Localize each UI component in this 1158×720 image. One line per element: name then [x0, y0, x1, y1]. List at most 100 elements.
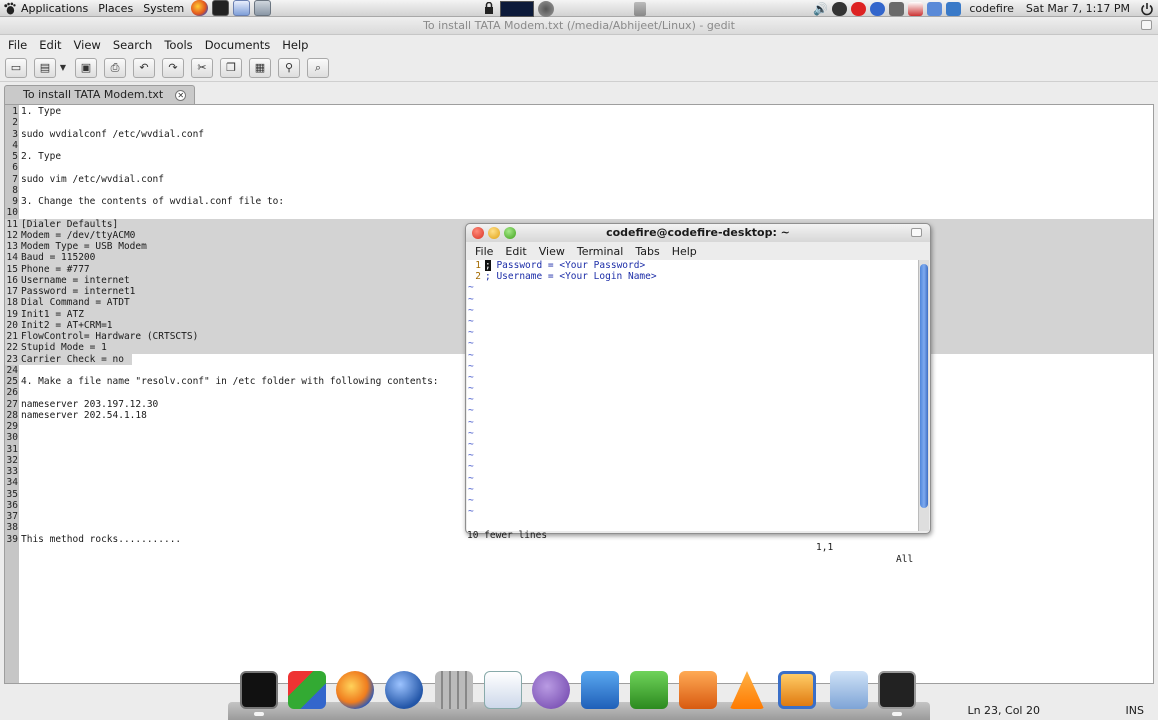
editor-line[interactable]: 3 sudo wvdialconf /etc/wvdial.conf — [5, 129, 1153, 140]
editor-line[interactable]: 2 — [5, 117, 1153, 128]
new-document-button[interactable]: ▭ — [5, 57, 27, 78]
network-widget-icon[interactable] — [538, 0, 554, 17]
line-number: 26 — [6, 387, 18, 399]
terminal-menu-file[interactable]: File — [469, 245, 499, 258]
copy-button[interactable]: ❐ — [220, 57, 242, 78]
places-menu[interactable]: Places — [93, 0, 138, 17]
pidgin-dock-icon[interactable] — [532, 671, 570, 709]
find-button[interactable]: ⚲ — [278, 57, 300, 78]
terminal-menu-terminal[interactable]: Terminal — [571, 245, 630, 258]
thunderbird-dock-icon[interactable] — [336, 671, 374, 709]
user-name[interactable]: codefire — [963, 2, 1020, 15]
print-icon: ⎙ — [110, 60, 120, 74]
calculator-dock-icon[interactable] — [435, 671, 473, 709]
editor-line[interactable]: 10 — [5, 207, 1153, 218]
open-recent-dropdown[interactable]: ▼ — [58, 63, 68, 72]
vim-empty-line-marker: ~ — [468, 371, 474, 383]
terminal-dock-icon-2[interactable] — [878, 671, 916, 709]
close-icon[interactable]: ✕ — [175, 89, 187, 101]
image-viewer-dock-icon[interactable] — [778, 671, 816, 709]
screen-icon[interactable] — [946, 1, 962, 16]
editor-line[interactable]: 7 sudo vim /etc/wvdial.conf — [5, 173, 1153, 185]
line-text: sudo vim /etc/wvdial.conf — [21, 173, 164, 185]
system-menu[interactable]: System — [138, 0, 189, 17]
line-text — [19, 455, 21, 466]
terminal-menu-tabs[interactable]: Tabs — [629, 245, 665, 258]
editor-line[interactable]: 4 — [5, 140, 1153, 151]
editor-line[interactable]: 9 3. Change the contents of wvdial.conf f… — [5, 196, 1153, 207]
system-monitor-icon[interactable] — [500, 0, 534, 17]
menu-tools[interactable]: Tools — [158, 38, 198, 52]
terminal-menu-view[interactable]: View — [533, 245, 571, 258]
terminal-content[interactable]: 1; Password = <Your Password> 2 ; Username… — [467, 260, 919, 565]
line-text: nameserver 202.54.1.18 — [21, 409, 147, 421]
line-number: 38 — [6, 522, 18, 534]
editor-line[interactable]: 39 This method rocks........... — [5, 534, 1153, 545]
vlc-dock-icon[interactable] — [729, 671, 765, 709]
gnome-foot-icon[interactable] — [3, 2, 16, 15]
redo-button[interactable]: ↷ — [162, 57, 184, 78]
line-number: 34 — [6, 477, 18, 489]
menu-help[interactable]: Help — [276, 38, 314, 52]
text-editor-launcher-icon[interactable] — [233, 0, 251, 16]
terminal-launcher-icon[interactable] — [212, 0, 230, 16]
terminal-menu-help[interactable]: Help — [666, 245, 703, 258]
office-presentation-dock-icon[interactable] — [679, 671, 717, 709]
scrollbar-thumb[interactable] — [920, 264, 928, 508]
office-spreadsheet-dock-icon[interactable] — [630, 671, 668, 709]
print-button[interactable]: ⎙ — [104, 57, 126, 78]
open-button[interactable]: ▤ — [34, 57, 56, 78]
menubar: File Edit View Search Tools Documents He… — [0, 35, 1158, 54]
tools-launcher-icon[interactable] — [254, 0, 272, 16]
line-text: 3. Change the contents of wvdial.conf fi… — [21, 196, 285, 207]
menu-file[interactable]: File — [2, 38, 33, 52]
save-button[interactable]: ▣ — [75, 57, 97, 78]
office-writer-dock-icon[interactable] — [581, 671, 619, 709]
accessibility-icon[interactable] — [870, 1, 886, 16]
volume-icon[interactable]: 🔊 — [813, 2, 828, 16]
home-folder-dock-icon[interactable] — [830, 671, 868, 709]
applications-menu[interactable]: Applications — [16, 0, 93, 17]
trash-icon[interactable] — [634, 1, 646, 16]
browser-dock-icon[interactable] — [385, 671, 423, 709]
line-text — [19, 477, 21, 488]
update-notifier-icon[interactable] — [908, 1, 924, 16]
lock-icon[interactable] — [484, 2, 494, 15]
terminal-menu-edit[interactable]: Edit — [499, 245, 532, 258]
line-number: 5 — [12, 151, 18, 162]
vim-line-number: 2 — [475, 271, 481, 283]
network-manager-icon[interactable] — [889, 1, 905, 16]
tab-document[interactable]: To install TATA Modem.txt ✕ — [4, 85, 196, 104]
cut-button[interactable]: ✂ — [191, 57, 213, 78]
editor-line[interactable]: 5 2. Type — [5, 151, 1153, 162]
editor-line[interactable]: 6 — [5, 162, 1153, 173]
undo-button[interactable]: ↶ — [133, 57, 155, 78]
package-manager-dock-icon[interactable] — [288, 671, 326, 709]
clock[interactable]: Sat Mar 7, 1:17 PM — [1020, 2, 1136, 15]
minimize-window-button[interactable] — [488, 227, 500, 239]
maximize-button[interactable] — [1141, 20, 1152, 30]
firefox-launcher-icon[interactable] — [191, 0, 209, 16]
paste-button[interactable]: ▦ — [249, 57, 271, 78]
terminal-dock-icon[interactable] — [240, 671, 278, 709]
vim-status-line: 10 fewer lines 1,1 All — [467, 518, 919, 565]
menu-edit[interactable]: Edit — [33, 38, 67, 52]
redo-icon: ↷ — [168, 61, 178, 74]
maximize-button[interactable] — [911, 228, 922, 237]
menu-view[interactable]: View — [68, 38, 107, 52]
vim-empty-line-marker: ~ — [468, 315, 474, 327]
menu-documents[interactable]: Documents — [199, 38, 277, 52]
power-icon[interactable] — [1140, 2, 1154, 16]
close-window-button[interactable] — [472, 227, 484, 239]
terminal-scrollbar[interactable] — [918, 260, 929, 531]
mail-icon[interactable] — [927, 1, 943, 16]
find-replace-button[interactable]: ⌕ — [307, 57, 329, 78]
record-icon[interactable] — [851, 1, 867, 16]
editor-line[interactable]: 1 1. Type — [5, 106, 1153, 117]
zoom-window-button[interactable] — [504, 227, 516, 239]
line-number: 7 — [12, 173, 18, 185]
editor-line[interactable]: 8 — [5, 185, 1153, 196]
menu-search[interactable]: Search — [107, 38, 159, 52]
stop-record-icon[interactable] — [832, 1, 848, 16]
text-editor-dock-icon[interactable] — [484, 671, 522, 709]
